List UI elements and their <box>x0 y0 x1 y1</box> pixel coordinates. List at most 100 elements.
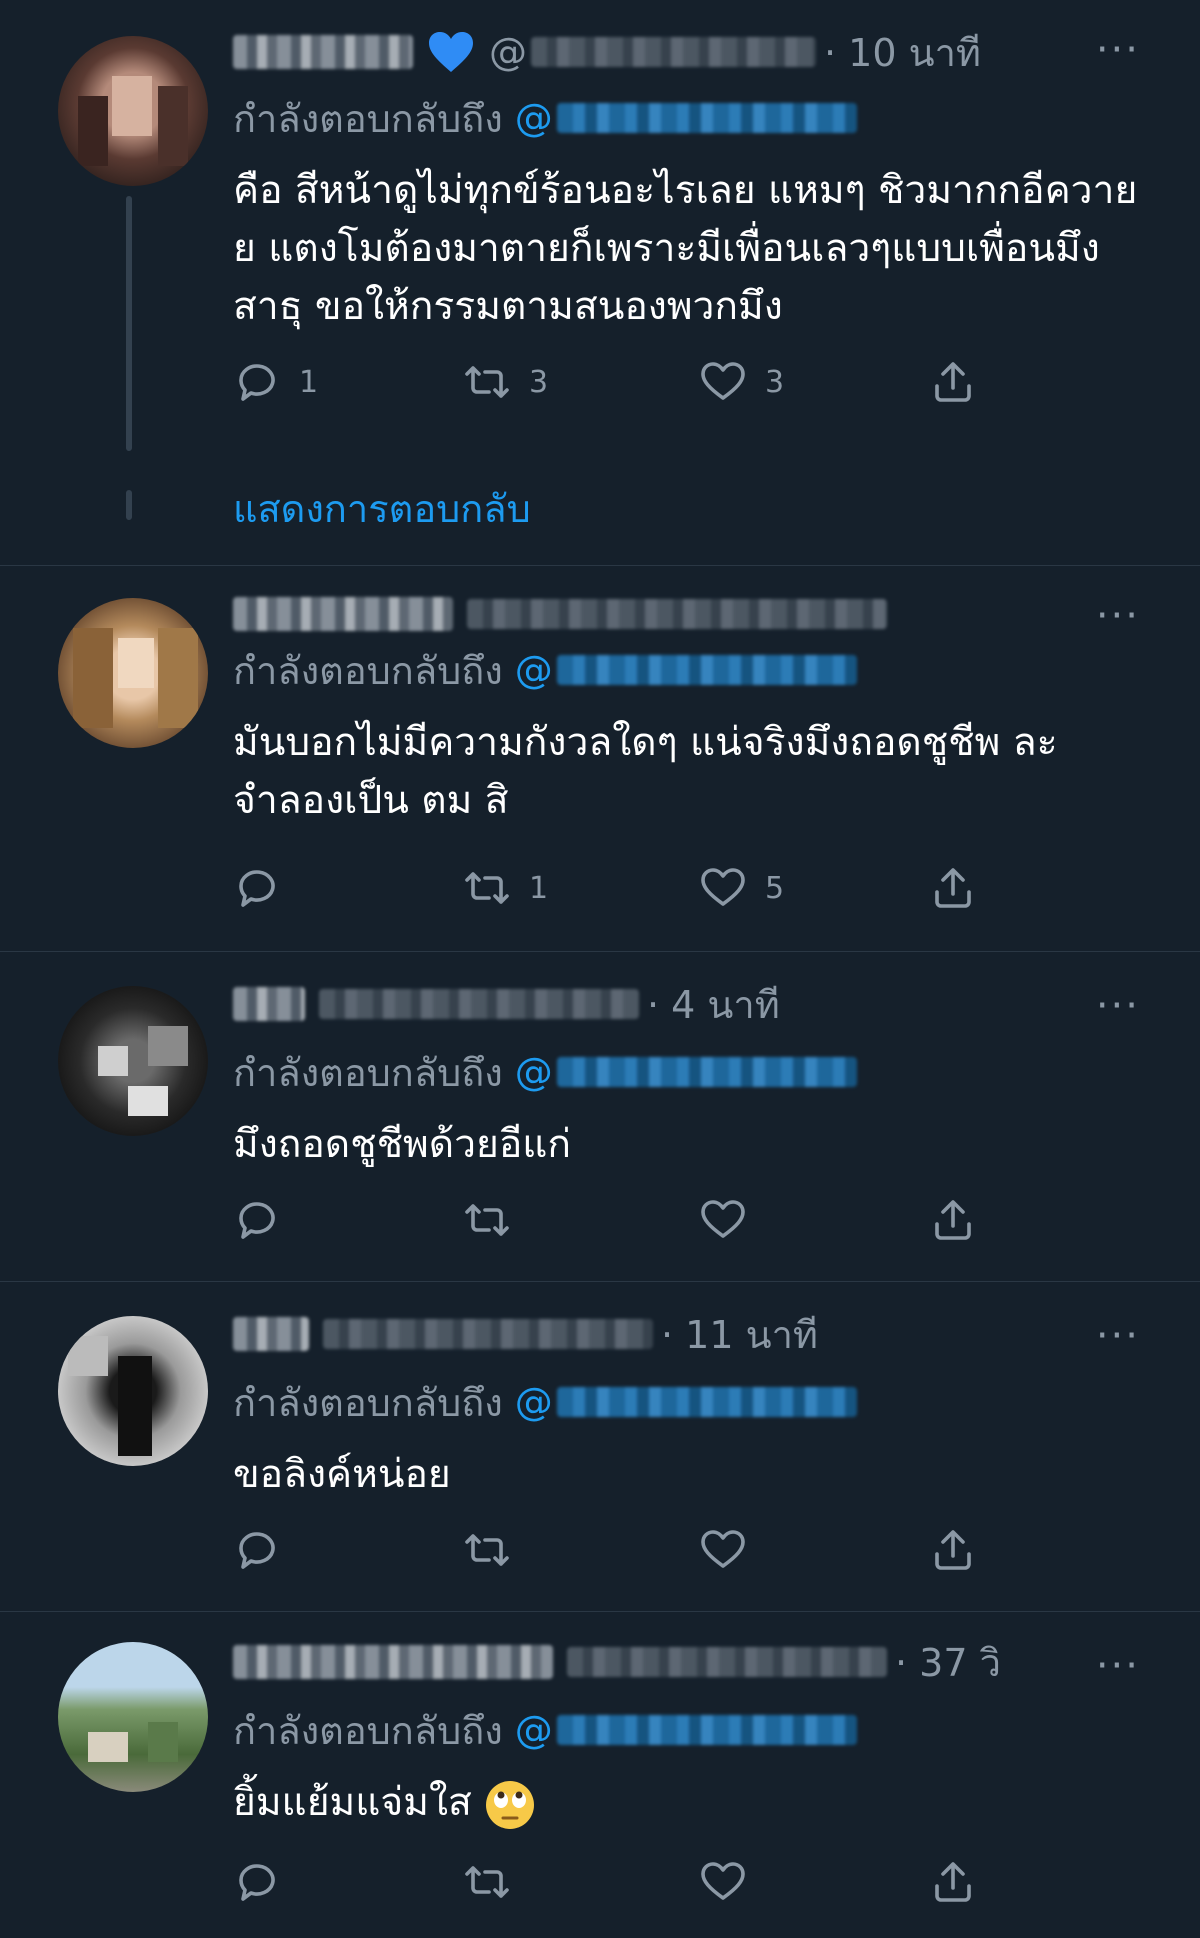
mention-at: @ <box>514 1708 553 1752</box>
display-name[interactable] <box>233 1645 553 1679</box>
more-icon[interactable]: ··· <box>1096 986 1140 1026</box>
tweet-text: มึงถอดชูชีพด้วยอีแก่ <box>233 1122 572 1167</box>
mention-handle[interactable] <box>556 655 857 685</box>
mention-at: @ <box>514 1050 553 1094</box>
handle[interactable] <box>319 989 639 1019</box>
mention-handle[interactable] <box>556 103 857 133</box>
tweet-text: ขอลิงค์หน่อย <box>233 1452 451 1497</box>
like-button[interactable] <box>699 1520 747 1580</box>
share-button[interactable] <box>929 352 977 412</box>
retweet-button[interactable] <box>463 1852 511 1912</box>
avatar[interactable] <box>58 1642 208 1792</box>
eye-roll-emoji-icon <box>486 1780 535 1829</box>
replying-to: กำลังตอบกลับถึง @ <box>233 92 857 144</box>
like-button[interactable] <box>699 1190 747 1250</box>
like-count: 3 <box>765 364 785 400</box>
tweet-actions <box>233 1852 993 1912</box>
more-icon[interactable]: ··· <box>1096 1316 1140 1356</box>
reply-button[interactable]: 1 <box>233 352 318 412</box>
handle[interactable] <box>323 1319 653 1349</box>
reply-icon <box>239 870 275 907</box>
like-icon <box>701 1530 745 1568</box>
display-name[interactable] <box>233 1317 309 1351</box>
tweet[interactable]: · 4 นาที ··· กำลังตอบกลับถึง @ มึงถอดชูช… <box>0 952 1200 1282</box>
avatar[interactable] <box>58 986 208 1136</box>
tweet[interactable]: · 11 นาที ··· กำลังตอบกลับถึง @ ขอลิงค์ห… <box>0 1282 1200 1612</box>
retweet-count: 3 <box>529 364 549 400</box>
handle[interactable] <box>567 1647 887 1677</box>
handle[interactable] <box>531 37 816 67</box>
tweet-text: ยิ้มแย้มแจ่มใส <box>233 1774 1153 1832</box>
tweet-header: · 4 นาที <box>233 978 780 1030</box>
reply-count: 1 <box>299 364 319 400</box>
more-icon[interactable]: ··· <box>1096 1646 1140 1686</box>
retweet-button[interactable] <box>463 1190 511 1250</box>
display-name[interactable] <box>233 597 453 631</box>
retweet-button[interactable]: 3 <box>463 352 548 412</box>
avatar[interactable] <box>58 598 208 748</box>
mention-handle[interactable] <box>556 1387 857 1417</box>
retweet-icon <box>465 1534 509 1566</box>
replying-to-label: กำลังตอบกลับถึง <box>233 1380 503 1425</box>
replying-to-label: กำลังตอบกลับถึง <box>233 648 503 693</box>
share-button[interactable] <box>929 858 977 918</box>
reply-button[interactable] <box>233 1852 281 1912</box>
display-name[interactable] <box>233 987 305 1021</box>
reply-button[interactable] <box>233 1190 281 1250</box>
more-icon[interactable]: ··· <box>1096 596 1140 636</box>
retweet-icon <box>465 366 509 398</box>
blue-heart-emoji-icon <box>429 32 473 72</box>
replying-to: กำลังตอบกลับถึง @ <box>233 1376 857 1428</box>
reply-icon <box>239 364 275 401</box>
share-icon <box>935 362 971 402</box>
retweet-icon <box>465 872 509 904</box>
reply-icon <box>239 1202 275 1239</box>
avatar[interactable] <box>58 36 208 186</box>
like-button[interactable] <box>699 1852 747 1912</box>
share-button[interactable] <box>929 1852 977 1912</box>
tweet-actions: 1 3 3 <box>233 352 993 412</box>
show-replies-link[interactable]: แสดงการตอบกลับ <box>233 478 531 539</box>
retweet-button[interactable]: 1 <box>463 858 548 918</box>
reply-button[interactable] <box>233 1520 281 1580</box>
mention-handle[interactable] <box>556 1057 857 1087</box>
replying-to: กำลังตอบกลับถึง @ <box>233 1704 857 1756</box>
share-button[interactable] <box>929 1520 977 1580</box>
like-icon <box>701 868 745 906</box>
tweet-actions: 1 5 <box>233 858 993 918</box>
tweet[interactable]: @ · 10 นาที ··· กำลังตอบกลับถึง @ คือ สี… <box>0 0 1200 566</box>
share-icon <box>935 1200 971 1240</box>
tweet-time[interactable]: · 37 วิ <box>895 1632 1001 1693</box>
tweet[interactable]: · 37 วิ ··· กำลังตอบกลับถึง @ ยิ้มแย้มแจ… <box>0 1612 1200 1938</box>
tweet-text: คือ สีหน้าดูไม่ทุกข์ร้อนอะไรเลย แหมๆ ชิว… <box>233 168 1138 329</box>
tweet-time[interactable]: · 11 นาที <box>661 1304 818 1365</box>
reply-button[interactable] <box>233 858 299 918</box>
share-icon <box>935 1530 971 1570</box>
like-count: 5 <box>765 870 785 906</box>
handle[interactable] <box>467 599 887 629</box>
replying-to-label: กำลังตอบกลับถึง <box>233 1050 503 1095</box>
retweet-icon <box>465 1866 509 1898</box>
like-button[interactable]: 5 <box>699 858 784 918</box>
tweet-actions <box>233 1520 993 1580</box>
more-icon[interactable]: ··· <box>1096 30 1140 70</box>
like-icon <box>701 1862 745 1900</box>
thread-line-dots <box>126 490 132 520</box>
reply-icon <box>239 1864 275 1901</box>
retweet-button[interactable] <box>463 1520 511 1580</box>
display-name[interactable] <box>233 35 413 69</box>
mention-at: @ <box>514 96 553 140</box>
reply-icon <box>239 1532 275 1569</box>
share-button[interactable] <box>929 1190 977 1250</box>
reply-feed: @ · 10 นาที ··· กำลังตอบกลับถึง @ คือ สี… <box>0 0 1200 1938</box>
tweet-text-content: ยิ้มแย้มแจ่มใส <box>233 1780 472 1825</box>
replying-to: กำลังตอบกลับถึง @ <box>233 1046 857 1098</box>
tweet[interactable]: ··· กำลังตอบกลับถึง @ มันบอกไม่มีความกัง… <box>0 566 1200 952</box>
tweet-time[interactable]: · 4 นาที <box>647 974 780 1035</box>
tweet-actions <box>233 1190 993 1250</box>
tweet-time[interactable]: · 10 นาที <box>824 22 981 83</box>
mention-handle[interactable] <box>556 1715 857 1745</box>
avatar[interactable] <box>58 1316 208 1466</box>
like-button[interactable]: 3 <box>699 352 784 412</box>
mention-at: @ <box>514 1380 553 1424</box>
